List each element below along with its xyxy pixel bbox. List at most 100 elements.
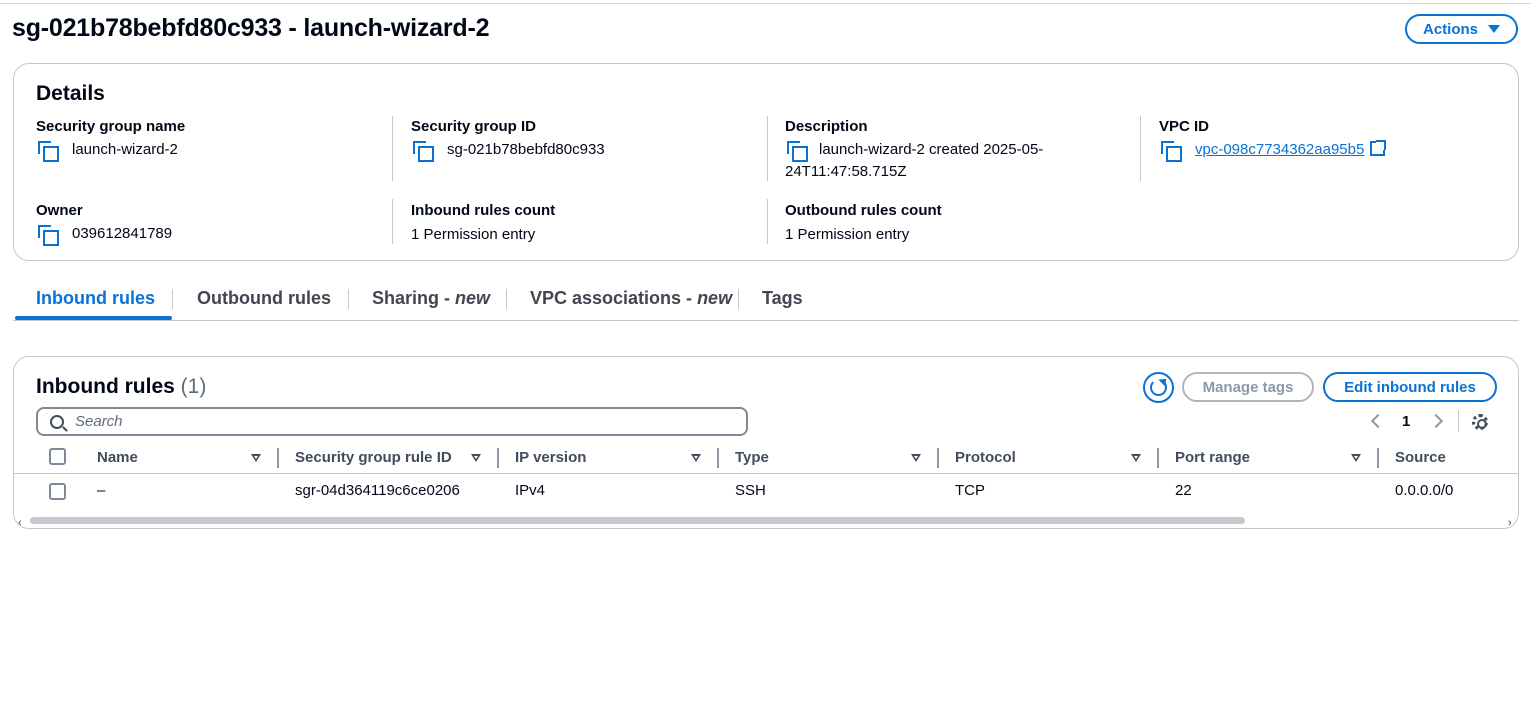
refresh-icon	[1150, 379, 1167, 396]
edit-inbound-rules-button[interactable]: Edit inbound rules	[1323, 372, 1497, 402]
column-divider	[767, 116, 768, 181]
field-value: vpc-098c7734362aa95b5	[1159, 139, 1499, 162]
sort-icon[interactable]	[911, 454, 921, 462]
cell-source: 0.0.0.0/0	[1395, 482, 1454, 499]
sort-icon[interactable]	[1351, 454, 1361, 462]
tab-separator	[348, 289, 349, 309]
column-resizer[interactable]	[277, 448, 279, 468]
horizontal-scrollbar[interactable]	[30, 517, 1245, 524]
top-divider	[0, 3, 1531, 4]
field-label: Owner	[36, 202, 83, 219]
tab-tags[interactable]: Tags	[762, 288, 803, 309]
tab-sharing[interactable]: Sharing - new	[372, 288, 490, 309]
cell-protocol: TCP	[955, 482, 985, 499]
refresh-button[interactable]	[1143, 372, 1174, 403]
select-all-checkbox[interactable]	[49, 448, 66, 465]
sort-icon[interactable]	[471, 454, 481, 462]
field-label: Description	[785, 118, 868, 135]
column-resizer[interactable]	[497, 448, 499, 468]
table-header-row: Name Security group rule ID IP version T…	[14, 445, 1518, 474]
column-divider	[1140, 116, 1141, 181]
search-input[interactable]	[75, 413, 715, 430]
column-divider	[767, 199, 768, 244]
field-owner: Owner 039612841789	[36, 202, 376, 246]
inbound-rules-panel: Inbound rules (1) Manage tags Edit inbou…	[13, 356, 1519, 529]
copy-icon[interactable]	[38, 141, 59, 162]
column-resizer[interactable]	[717, 448, 719, 468]
field-label: Outbound rules count	[785, 202, 942, 219]
column-divider	[392, 116, 393, 181]
tab-sharing-label: Sharing -	[372, 288, 456, 308]
column-header-name[interactable]: Name	[97, 449, 138, 466]
field-value: 039612841789	[36, 223, 376, 246]
column-header-source[interactable]: Source	[1395, 449, 1446, 466]
column-header-type[interactable]: Type	[735, 449, 769, 466]
field-label: VPC ID	[1159, 118, 1210, 135]
tab-separator	[506, 289, 507, 309]
field-description: Description launch-wizard-2 created 2025…	[785, 118, 1125, 180]
cell-ip-version: IPv4	[515, 482, 546, 499]
cell-type: SSH	[735, 482, 766, 499]
new-badge: new	[455, 288, 491, 308]
tab-separator	[172, 289, 173, 309]
caret-down-icon	[1488, 25, 1500, 33]
tab-vpc-associations[interactable]: VPC associations - new	[530, 288, 732, 309]
actions-button[interactable]: Actions	[1405, 14, 1518, 44]
column-header-port-range[interactable]: Port range	[1175, 449, 1250, 466]
page-number[interactable]: 1	[1402, 413, 1410, 430]
owner-value: 039612841789	[72, 225, 173, 242]
inbound-rules-title: Inbound rules	[36, 375, 175, 398]
search-icon	[50, 414, 64, 429]
column-resizer[interactable]	[937, 448, 939, 468]
column-resizer[interactable]	[1377, 448, 1379, 468]
pager-divider	[1458, 410, 1459, 432]
cell-name: –	[97, 482, 106, 499]
field-value: sg-021b78bebfd80c933	[411, 139, 751, 162]
outbound-rules-count-value: 1 Permission entry	[785, 226, 910, 243]
field-inbound-rules-count: Inbound rules count 1 Permission entry	[411, 202, 751, 246]
copy-icon[interactable]	[38, 225, 59, 246]
inbound-rules-heading: Inbound rules (1)	[36, 375, 206, 399]
sort-icon[interactable]	[1131, 454, 1141, 462]
actions-label: Actions	[1422, 20, 1478, 38]
tab-inbound-rules[interactable]: Inbound rules	[36, 288, 155, 309]
field-label: Security group name	[36, 118, 186, 135]
security-group-id-value: sg-021b78bebfd80c933	[447, 141, 605, 158]
search-box	[36, 407, 748, 436]
cell-rule-id: sgr-04d364119c6ce0206	[295, 482, 460, 499]
field-vpc-id: VPC ID vpc-098c7734362aa95b5	[1159, 118, 1499, 162]
manage-tags-button[interactable]: Manage tags	[1182, 372, 1314, 402]
page-title: sg-021b78bebfd80c933 - launch-wizard-2	[12, 14, 490, 42]
chevron-right-icon[interactable]	[1428, 413, 1444, 429]
vpc-id-link[interactable]: vpc-098c7734362aa95b5	[1195, 139, 1364, 161]
external-link-icon	[1370, 140, 1387, 156]
sort-icon[interactable]	[691, 454, 701, 462]
column-header-protocol[interactable]: Protocol	[955, 449, 1016, 466]
scroll-right-arrow[interactable]: ›	[1508, 517, 1512, 528]
details-panel: Details Security group name launch-wizar…	[13, 63, 1519, 261]
sort-icon[interactable]	[251, 454, 261, 462]
cell-port-range: 22	[1175, 482, 1192, 499]
tab-outbound-rules[interactable]: Outbound rules	[197, 288, 331, 309]
table-row[interactable]: – sgr-04d364119c6ce0206 IPv4 SSH TCP 22 …	[14, 475, 1518, 507]
gear-icon[interactable]	[1472, 414, 1488, 430]
chevron-left-icon[interactable]	[1370, 413, 1386, 429]
copy-icon[interactable]	[413, 141, 434, 162]
active-tab-indicator	[15, 316, 172, 320]
inbound-rules-count-badge: (1)	[180, 375, 207, 398]
column-header-ip-version[interactable]: IP version	[515, 449, 586, 466]
tab-vpc-associations-label: VPC associations -	[530, 288, 698, 308]
tab-separator	[738, 289, 739, 309]
details-heading: Details	[36, 82, 105, 105]
security-group-name-value: launch-wizard-2	[72, 141, 178, 158]
row-checkbox[interactable]	[49, 483, 66, 500]
field-outbound-rules-count: Outbound rules count 1 Permission entry	[785, 202, 1125, 246]
description-value: launch-wizard-2 created 2025-05-24T11:47…	[785, 141, 1044, 180]
copy-icon[interactable]	[1161, 141, 1182, 162]
new-badge: new	[697, 288, 733, 308]
column-resizer[interactable]	[1157, 448, 1159, 468]
inbound-rules-count-value: 1 Permission entry	[411, 226, 536, 243]
scroll-left-arrow[interactable]: ‹	[18, 517, 22, 528]
column-header-rule-id[interactable]: Security group rule ID	[295, 449, 452, 466]
field-label: Security group ID	[411, 118, 537, 135]
